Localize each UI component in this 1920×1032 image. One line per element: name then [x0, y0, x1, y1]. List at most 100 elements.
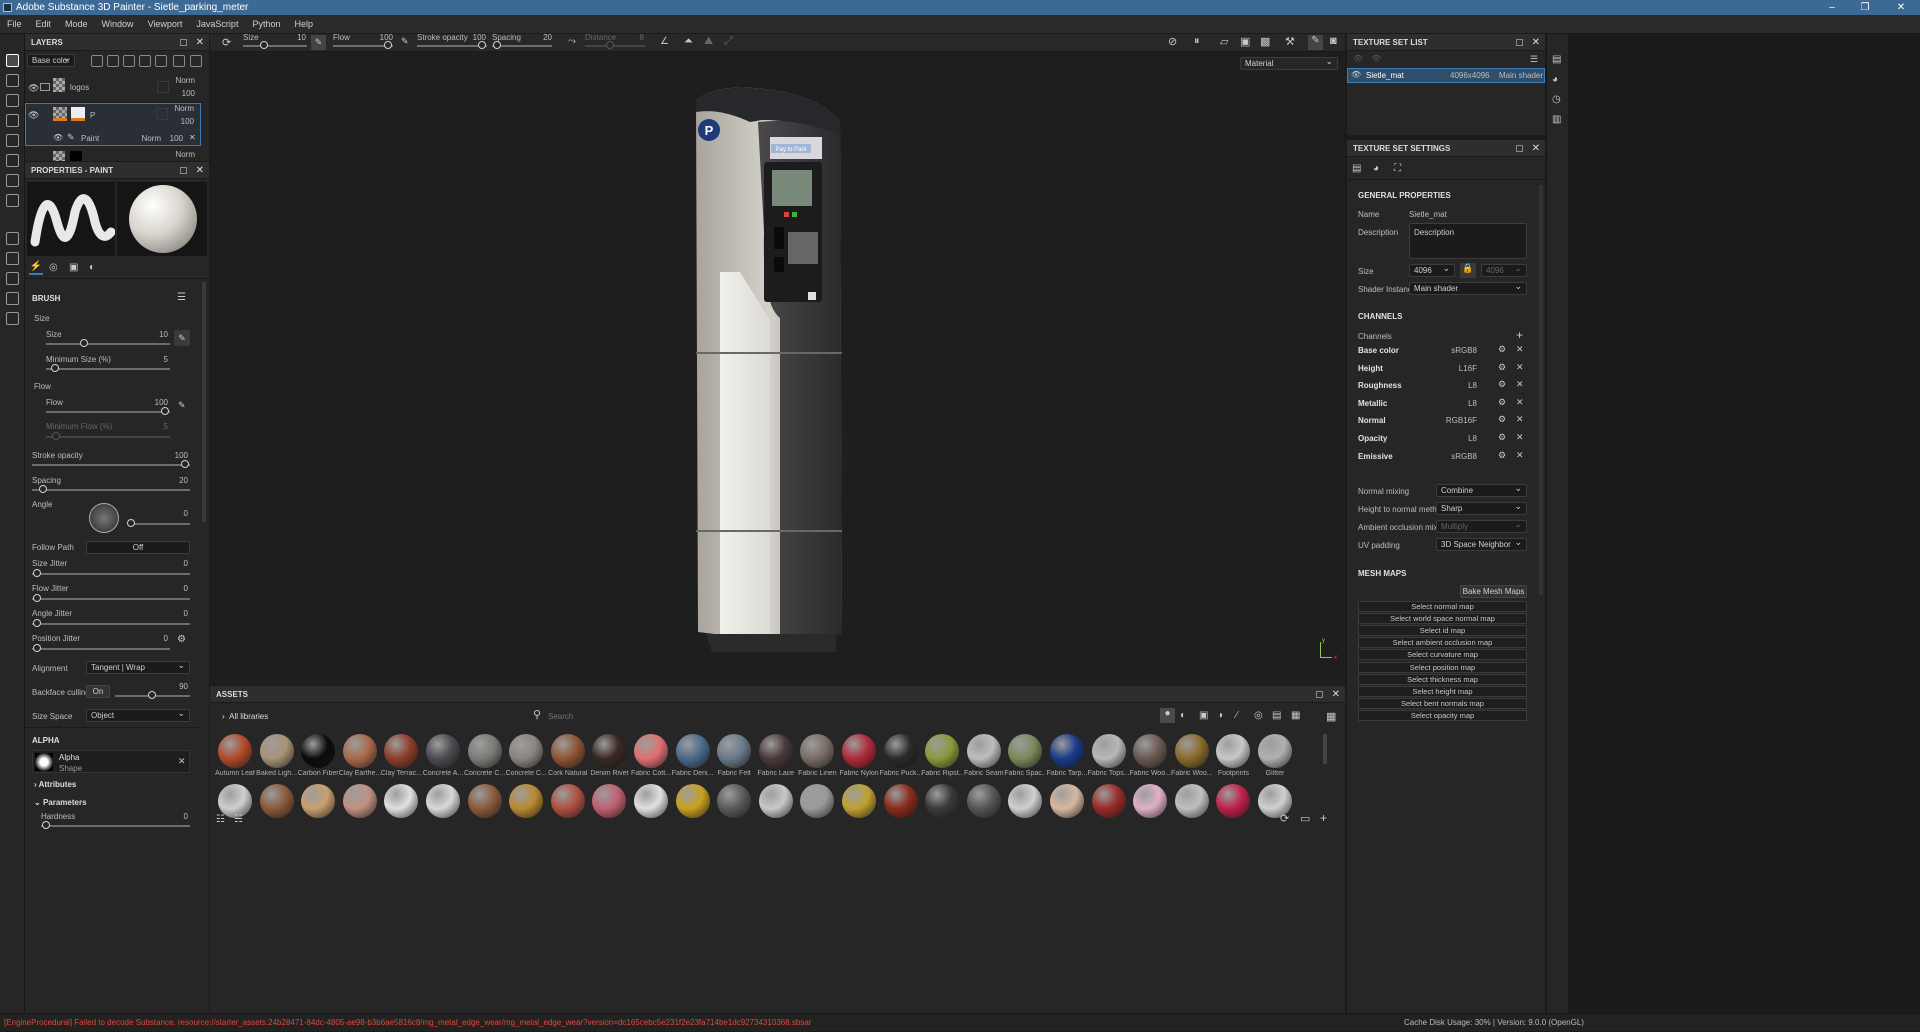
channel-settings-icon[interactable]: ⚙ [1498, 362, 1506, 373]
menu-icon[interactable]: ☰ [177, 292, 186, 303]
material-thumbnail[interactable] [634, 784, 668, 818]
min-size-slider[interactable] [46, 368, 170, 370]
hardness-value[interactable]: 0 [160, 812, 188, 821]
material-thumbnail[interactable] [883, 784, 918, 818]
hardness-slider-handle[interactable] [42, 821, 50, 829]
environments-filter-icon[interactable]: ▦ [1291, 710, 1300, 721]
popout-icon[interactable] [1516, 39, 1523, 46]
3d-viewport[interactable]: Material Pay to Park P y x [210, 52, 1345, 685]
brush-tab-icon[interactable]: ⚡ [29, 261, 43, 275]
spacing-value[interactable]: 20 [160, 476, 188, 485]
mesh-map-slot[interactable]: Select thickness map [1358, 673, 1527, 685]
stroke-opacity-value[interactable]: 100 [160, 451, 188, 460]
close-icon[interactable]: ✕ [1516, 450, 1524, 461]
alpha-slot[interactable]: Alpha Shape ✕ [32, 750, 190, 773]
channel-row[interactable]: Metallic L8 ⚙ ✕ [1347, 396, 1537, 412]
bake-mesh-maps-button[interactable]: Bake Mesh Maps [1460, 585, 1527, 598]
position-jitter-value[interactable]: 0 [140, 634, 168, 643]
menu-python[interactable]: Python [245, 15, 287, 34]
follow-path-toggle[interactable]: Off [86, 541, 190, 554]
size-space-select[interactable]: Object [86, 708, 190, 722]
add-layer-icon[interactable] [107, 55, 119, 67]
textures-filter-icon[interactable]: ▤ [1272, 710, 1281, 721]
paint-mode-icon[interactable]: ✎ [1308, 35, 1323, 50]
history-icon[interactable]: ◷ [1552, 94, 1561, 105]
menu-help[interactable]: Help [287, 15, 320, 34]
eye-icon[interactable]: 👁 [1353, 54, 1363, 63]
close-icon[interactable]: ✕ [1516, 362, 1524, 373]
pen-pressure-icon[interactable]: ✎ [174, 330, 190, 346]
channel-format[interactable]: sRGB8 [1432, 452, 1477, 461]
close-icon[interactable]: ✕ [196, 34, 204, 51]
material-thumbnail[interactable] [634, 734, 668, 768]
material-thumbnail[interactable] [301, 784, 336, 818]
material-thumbnail[interactable] [1008, 734, 1043, 768]
layer-opacity[interactable]: 100 [165, 89, 195, 98]
flow-jitter-value[interactable]: 0 [160, 584, 188, 593]
texture-set-tab-icon[interactable]: ▤ [1352, 163, 1361, 174]
screenshot-icon[interactable]: ◙ [1330, 35, 1337, 47]
layer-row[interactable]: 👁 P Norm 100 👁 ✎ Paint Norm 100 ✕ [25, 103, 201, 146]
min-size-slider-handle[interactable] [51, 364, 59, 372]
angle-jitter-slider[interactable] [32, 623, 190, 625]
channel-format[interactable]: L16F [1432, 364, 1477, 373]
shader-instance-select[interactable]: Main shader [1409, 281, 1527, 295]
material-thumbnail[interactable] [966, 734, 1001, 768]
add-paint-icon[interactable] [123, 55, 135, 67]
material-thumbnail[interactable] [426, 734, 460, 768]
grid-view-icon[interactable]: ▦ [1326, 710, 1336, 723]
lazy-mouse-icon[interactable]: ⤳ [568, 36, 576, 47]
material-thumbnail[interactable] [758, 784, 793, 818]
popout-icon[interactable] [180, 167, 187, 174]
layer-blend[interactable]: Norm [165, 150, 195, 159]
layer-row[interactable]: Norm [25, 148, 203, 161]
add-effect-icon[interactable] [155, 55, 167, 67]
toolbar-spacing-value[interactable]: 20 [524, 33, 552, 42]
toolbar-spacing-handle[interactable] [493, 41, 501, 49]
geometry-fill-icon[interactable] [6, 114, 19, 127]
delete-icon[interactable] [190, 55, 202, 67]
view-2d3d-icon[interactable]: ▱ [1220, 35, 1228, 48]
channel-settings-icon[interactable]: ⚙ [1498, 397, 1506, 408]
channel-format[interactable]: sRGB8 [1432, 346, 1477, 355]
material-thumbnail[interactable] [592, 734, 627, 768]
popout-icon[interactable] [1316, 691, 1323, 698]
channel-settings-icon[interactable]: ⚙ [1498, 414, 1506, 425]
material-thumbnail[interactable] [675, 784, 710, 818]
pen-pressure-icon[interactable]: ✎ [178, 400, 186, 411]
mesh-map-slot[interactable]: Select position map [1358, 661, 1527, 673]
material-thumbnail[interactable] [717, 784, 752, 818]
materials-filter-icon[interactable]: ● [1160, 708, 1175, 723]
layer-row[interactable]: 👁 logos Norm 100 [25, 75, 203, 103]
material-thumbnail[interactable] [1174, 734, 1209, 768]
texture-set-row[interactable]: 👁 Sietle_mat 4096x4096 Main shader [1347, 68, 1545, 83]
toolbar-size-value[interactable]: 10 [282, 33, 306, 42]
eye-icon[interactable]: 👁 [53, 133, 63, 142]
flow-slider-handle[interactable] [161, 407, 169, 415]
size-slider-handle[interactable] [80, 339, 88, 347]
spacing-slider-handle[interactable] [39, 485, 47, 493]
channel-settings-icon[interactable]: ⚙ [1498, 344, 1506, 355]
minimize-button[interactable]: – [1817, 0, 1847, 15]
flow-slider[interactable] [46, 411, 170, 413]
name-value[interactable]: Sietle_mat [1409, 210, 1447, 219]
material-thumbnail[interactable] [1091, 734, 1126, 768]
folder-icon[interactable] [173, 55, 185, 67]
search-input[interactable] [548, 709, 1148, 723]
flow-value[interactable]: 100 [140, 398, 168, 407]
alphas-filter-icon[interactable]: ◎ [1254, 710, 1263, 721]
channel-select[interactable]: Base color [27, 53, 75, 67]
channel-settings-icon[interactable]: ⚙ [1498, 379, 1506, 390]
uv-tab-icon[interactable]: ⛶ [1394, 163, 1401, 174]
material-thumbnail[interactable] [342, 784, 377, 818]
material-thumbnail[interactable] [1133, 784, 1168, 818]
stroke-opacity-slider[interactable] [32, 464, 190, 466]
display-settings-icon[interactable]: ◕ [1552, 74, 1558, 85]
stencil-tab-icon[interactable]: ▣ [69, 262, 78, 273]
add-fill-layer-icon[interactable] [91, 55, 103, 67]
channel-format[interactable]: RGB16F [1432, 416, 1477, 425]
angle-slider-handle[interactable] [127, 519, 135, 527]
camera-icon[interactable]: ▩ [1260, 35, 1270, 48]
scrollbar[interactable] [202, 282, 206, 522]
menu-file[interactable]: File [0, 15, 29, 34]
